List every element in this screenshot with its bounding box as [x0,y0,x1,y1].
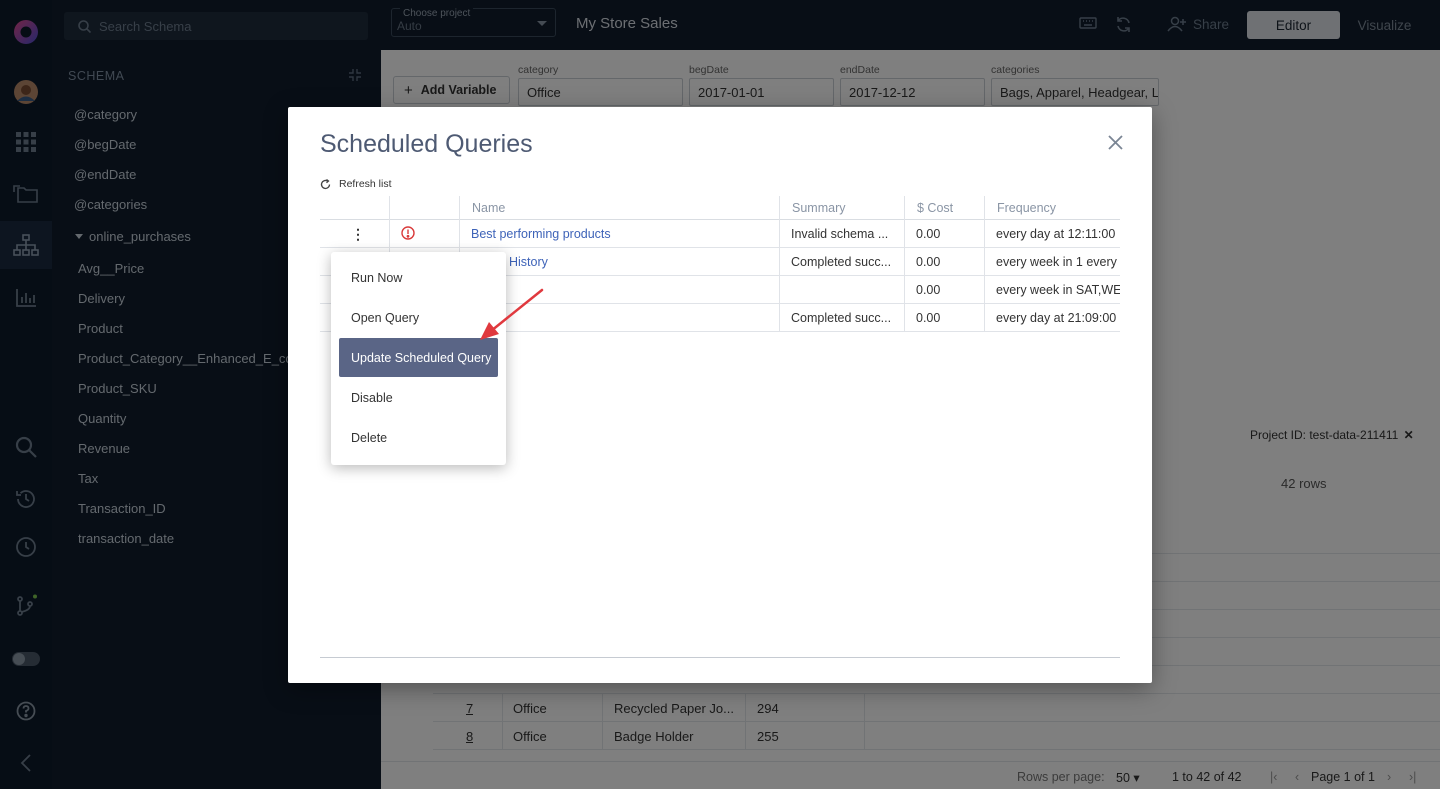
refresh-list-button[interactable]: Refresh list [320,178,392,190]
menu-item-run-now[interactable]: Run Now [339,258,498,297]
menu-item-disable[interactable]: Disable [339,378,498,417]
column-header-cost[interactable]: $ Cost [917,201,953,215]
query-cost: 0.00 [916,311,941,325]
query-cost: 0.00 [916,255,941,269]
refresh-list-label: Refresh list [339,178,392,190]
menu-item-open-query[interactable]: Open Query [339,298,498,337]
query-name-link[interactable]: History [509,255,548,269]
table-row: ⋮ Best performing products Invalid schem… [320,220,1120,248]
menu-item-update-scheduled-query[interactable]: Update Scheduled Query [339,338,498,377]
query-frequency: every day at 21:09:00 [996,311,1117,325]
column-header-summary[interactable]: Summary [792,201,845,215]
error-icon [401,226,415,243]
refresh-icon [320,178,331,189]
menu-item-delete[interactable]: Delete [339,418,498,457]
dialog-title: Scheduled Queries [320,130,533,158]
query-summary: Completed succ... [791,311,892,325]
query-summary: Invalid schema ... [791,227,889,241]
column-header-name[interactable]: Name [472,201,505,215]
query-cost: 0.00 [916,283,941,297]
query-frequency: every day at 12:11:00 [996,227,1116,241]
query-cost: 0.00 [916,227,941,241]
query-frequency: every week in 1 every [996,255,1117,269]
divider [320,657,1120,658]
query-summary: Completed succ... [791,255,892,269]
row-actions-kebab-icon[interactable]: ⋮ [351,226,365,243]
column-header-frequency[interactable]: Frequency [997,201,1056,215]
row-context-menu: Run Now Open Query Update Scheduled Quer… [331,252,506,465]
close-icon[interactable] [1108,135,1123,153]
table-header: Name Summary $ Cost Frequency [320,196,1120,220]
query-frequency: every week in SAT,WE [996,283,1120,297]
query-name-link[interactable]: Best performing products [471,227,611,241]
